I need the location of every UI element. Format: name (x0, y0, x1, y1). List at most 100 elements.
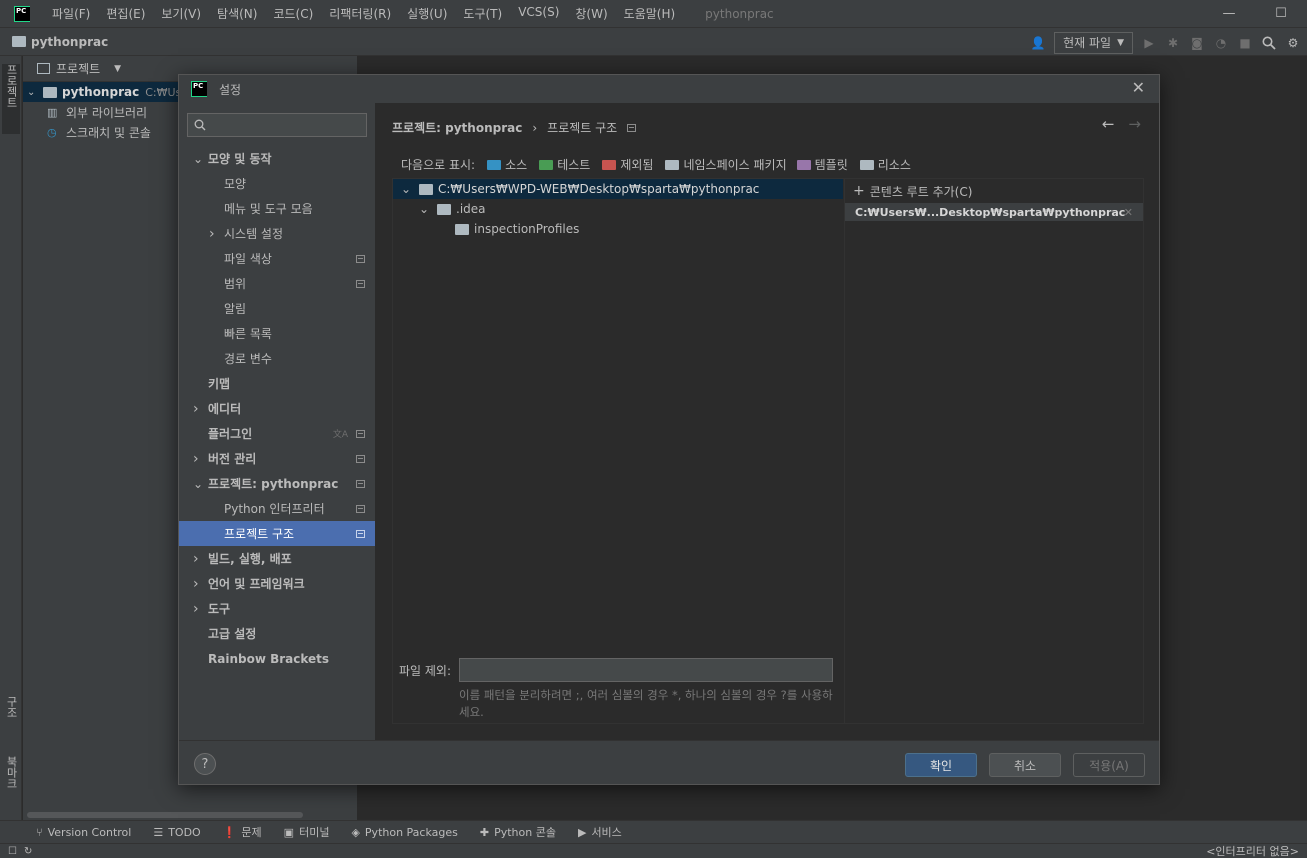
mark-as-item[interactable]: 제외됨 (602, 156, 653, 173)
settings-nav-label: Python 인터프리터 (224, 502, 325, 516)
mark-as-item[interactable]: 테스트 (539, 156, 590, 173)
chevron-right-icon[interactable]: › (209, 226, 219, 242)
chevron-down-icon[interactable]: ⌄ (401, 182, 411, 196)
menu-item[interactable]: 코드(C) (265, 5, 321, 22)
menu-item[interactable]: 창(W) (567, 5, 615, 22)
settings-nav-item[interactable]: › 빌드, 실행, 배포 (179, 546, 375, 571)
project-panel-title[interactable]: 프로젝트 (56, 60, 100, 77)
menu-item[interactable]: 보기(V) (153, 5, 209, 22)
interpreter-status[interactable]: <인터프리터 없음> (1206, 844, 1299, 858)
debug-icon[interactable]: ✱ (1165, 35, 1181, 51)
refresh-icon[interactable]: ↻ (24, 844, 32, 858)
run-icon[interactable]: ▶ (1141, 35, 1157, 51)
structure-tool-tab[interactable]: 구조 (2, 696, 20, 744)
remove-root-icon[interactable]: ✕ (1124, 206, 1133, 219)
menu-item[interactable]: 실행(U) (399, 5, 455, 22)
exclude-files-input[interactable] (459, 658, 834, 682)
settings-nav-item[interactable]: 고급 설정 (179, 621, 375, 646)
settings-nav-item[interactable]: 알림 (179, 296, 375, 321)
settings-nav-item[interactable]: › 버전 관리 (179, 446, 375, 471)
settings-nav-item[interactable]: 모양 (179, 171, 375, 196)
search-icon[interactable] (1261, 35, 1277, 51)
tool-window-button[interactable]: ❗ 문제 (223, 824, 262, 840)
tool-window-button[interactable]: ▶ 서비스 (578, 824, 622, 840)
user-icon[interactable]: 👤 (1030, 35, 1046, 51)
mark-as-item[interactable]: 리소스 (859, 156, 911, 173)
cancel-button[interactable]: 취소 (989, 753, 1061, 777)
add-content-root-button[interactable]: + 콘텐츠 루트 추가(C) (845, 179, 1143, 203)
close-icon[interactable]: ✕ (1132, 80, 1145, 96)
settings-nav-item[interactable]: 범위 (179, 271, 375, 296)
chevron-right-icon[interactable]: › (193, 551, 203, 567)
menu-item[interactable]: 탐색(N) (209, 5, 265, 22)
settings-nav-item[interactable]: 경로 변수 (179, 346, 375, 371)
horizontal-scrollbar[interactable] (27, 812, 303, 818)
bookmarks-tool-tab[interactable]: 북마크 (2, 756, 20, 814)
mark-as-label: 다음으로 표시: (401, 158, 476, 172)
chevron-down-icon[interactable]: ⌄ (27, 87, 43, 98)
settings-nav-item[interactable]: ⌄ 프로젝트: pythonprac (179, 471, 375, 496)
menu-item[interactable]: 편집(E) (98, 5, 153, 22)
search-icon (194, 119, 206, 131)
settings-nav-item[interactable]: ⌄ 모양 및 동작 (179, 146, 375, 171)
tool-window-button[interactable]: ☰ TODO (153, 826, 200, 839)
mark-as-item[interactable]: 소스 (487, 156, 527, 173)
settings-nav-item[interactable]: Python 인터프리터 (179, 496, 375, 521)
chevron-down-icon[interactable]: ⌄ (193, 477, 203, 491)
folder-icon (665, 159, 680, 170)
chevron-down-icon[interactable]: ▼ (114, 64, 121, 74)
folder-icon (437, 203, 451, 215)
minimize-button[interactable]: — (1203, 0, 1255, 27)
breadcrumb-parent[interactable]: 프로젝트: pythonprac (392, 119, 522, 136)
layout-icon[interactable]: ☐ (8, 844, 17, 858)
chevron-down-icon[interactable]: ⌄ (419, 202, 429, 216)
profile-icon[interactable]: ◔ (1213, 35, 1229, 51)
settings-nav-item[interactable]: 빠른 목록 (179, 321, 375, 346)
tool-window-label: 서비스 (591, 826, 622, 839)
content-root-item[interactable]: C:₩Users₩...Desktop₩sparta₩pythonprac ✕ (845, 203, 1143, 221)
forward-arrow-icon[interactable]: → (1128, 115, 1141, 133)
chevron-right-icon[interactable]: › (193, 601, 203, 617)
content-tree-item[interactable]: ⌄ .idea (393, 199, 843, 219)
settings-nav-label: 버전 관리 (208, 452, 257, 466)
settings-nav-item[interactable]: 프로젝트 구조 (179, 521, 375, 546)
settings-nav-item[interactable]: › 언어 및 프레임워크 (179, 571, 375, 596)
content-tree-item[interactable]: inspectionProfiles (393, 219, 843, 239)
settings-nav-item[interactable]: 키맵 (179, 371, 375, 396)
settings-nav-item[interactable]: 메뉴 및 도구 모음 (179, 196, 375, 221)
tool-window-button[interactable]: ◈ Python Packages (351, 826, 457, 839)
run-configuration-select[interactable]: 현재 파일 ▼ (1054, 31, 1133, 54)
settings-nav-item[interactable]: 파일 색상 (179, 246, 375, 271)
settings-nav-item[interactable]: › 에디터 (179, 396, 375, 421)
settings-nav-item[interactable]: › 시스템 설정 (179, 221, 375, 246)
menu-item[interactable]: 도움말(H) (616, 5, 684, 22)
settings-nav-item[interactable]: › 도구 (179, 596, 375, 621)
content-tree-item[interactable]: ⌄ C:₩Users₩WPD-WEB₩Desktop₩sparta₩pythonp… (393, 179, 843, 199)
settings-nav-item[interactable]: 플러그인 文A (179, 421, 375, 446)
ok-button[interactable]: 확인 (905, 753, 977, 777)
menu-item[interactable]: 파일(F) (44, 5, 98, 22)
apply-button[interactable]: 적용(A) (1073, 753, 1145, 777)
tool-window-button[interactable]: ⑂ Version Control (36, 826, 131, 839)
stop-icon[interactable]: ■ (1237, 35, 1253, 51)
tool-window-button[interactable]: ✚ Python 콘솔 (480, 824, 556, 840)
coverage-icon[interactable]: ◙ (1189, 35, 1205, 51)
chevron-right-icon[interactable]: › (193, 576, 203, 592)
mark-as-item[interactable]: 템플릿 (796, 156, 848, 173)
menu-item[interactable]: VCS(S) (510, 5, 567, 22)
tool-window-button[interactable]: ▣ 터미널 (284, 824, 330, 840)
project-breadcrumb[interactable]: pythonprac (31, 35, 108, 49)
back-arrow-icon[interactable]: ← (1102, 115, 1115, 133)
mark-as-item[interactable]: 네임스페이스 패키지 (665, 156, 787, 173)
gear-icon[interactable]: ⚙ (1285, 35, 1301, 51)
menu-item[interactable]: 리팩터링(R) (321, 5, 399, 22)
settings-nav-item[interactable]: Rainbow Brackets (179, 646, 375, 671)
chevron-down-icon[interactable]: ⌄ (193, 152, 203, 166)
help-button[interactable]: ? (194, 753, 216, 775)
project-tool-tab[interactable]: 프로젝트 (2, 64, 20, 134)
chevron-right-icon[interactable]: › (193, 401, 203, 417)
chevron-right-icon[interactable]: › (193, 451, 203, 467)
menu-item[interactable]: 도구(T) (455, 5, 510, 22)
maximize-button[interactable]: ☐ (1255, 0, 1307, 27)
settings-search-input[interactable] (187, 113, 367, 137)
